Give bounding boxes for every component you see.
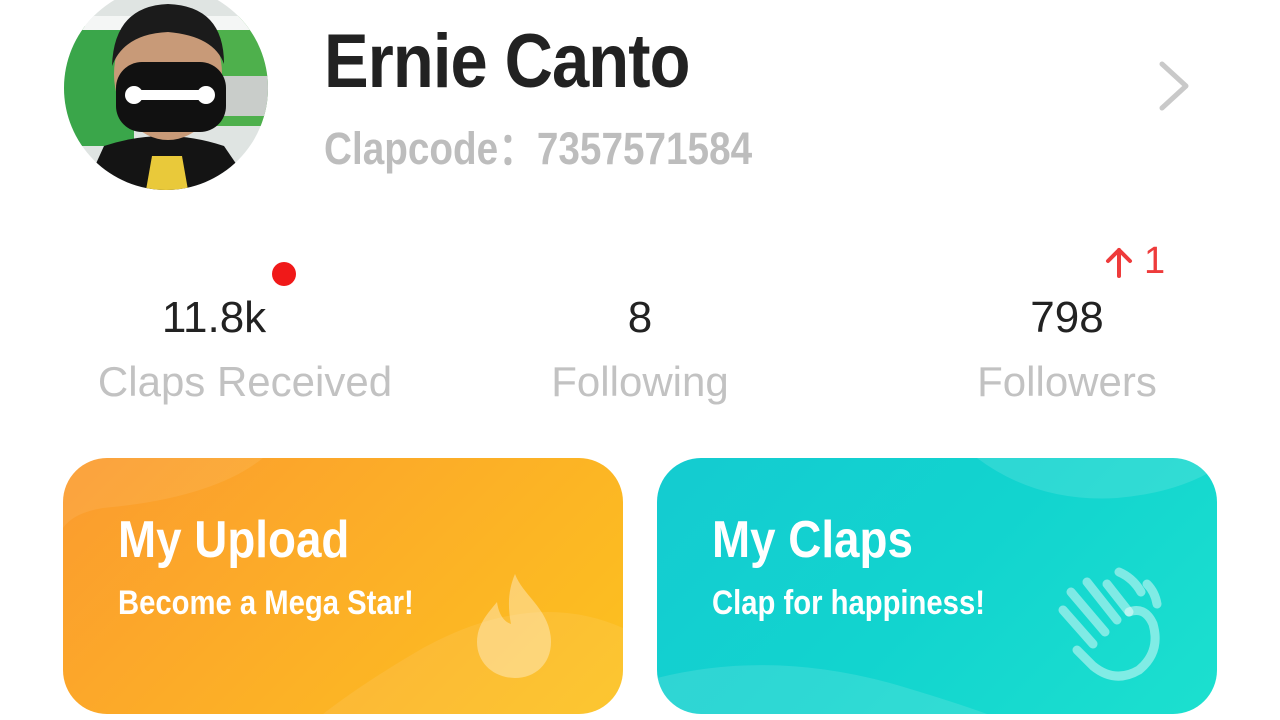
my-claps-subtitle: Clap for happiness! bbox=[712, 584, 985, 622]
profile-name: Ernie Canto bbox=[324, 19, 691, 104]
claps-received-label: Claps Received bbox=[97, 358, 393, 405]
stat-followers[interactable]: 798 Followers bbox=[917, 290, 1217, 412]
claps-received-count: 11.8k bbox=[161, 293, 267, 342]
avatar-photo bbox=[64, 0, 268, 190]
avatar[interactable] bbox=[64, 0, 268, 190]
chevron-right-icon[interactable] bbox=[1152, 58, 1196, 114]
notification-dot bbox=[272, 262, 296, 286]
stat-claps-received[interactable]: 11.8k Claps Received bbox=[70, 290, 420, 412]
my-claps-card[interactable]: My Claps Clap for happiness! bbox=[657, 458, 1217, 714]
my-claps-title: My Claps bbox=[712, 511, 913, 569]
followers-count: 798 bbox=[1030, 293, 1104, 342]
stat-following[interactable]: 8 Following bbox=[490, 290, 790, 412]
followers-label: Followers bbox=[977, 358, 1157, 405]
arrow-up-icon bbox=[1106, 247, 1132, 278]
clapping-hand-icon bbox=[1058, 567, 1162, 681]
clapcode: Clapcode：7357571584 bbox=[324, 123, 753, 174]
my-upload-title: My Upload bbox=[118, 511, 350, 569]
flame-icon bbox=[477, 574, 551, 678]
following-label: Following bbox=[551, 358, 729, 405]
following-count: 8 bbox=[627, 293, 653, 342]
my-upload-card[interactable]: My Upload Become a Mega Star! bbox=[63, 458, 623, 714]
followers-increase: 1 bbox=[1104, 240, 1165, 283]
followers-increase-count: 1 bbox=[1144, 240, 1166, 282]
my-upload-subtitle: Become a Mega Star! bbox=[118, 584, 414, 622]
